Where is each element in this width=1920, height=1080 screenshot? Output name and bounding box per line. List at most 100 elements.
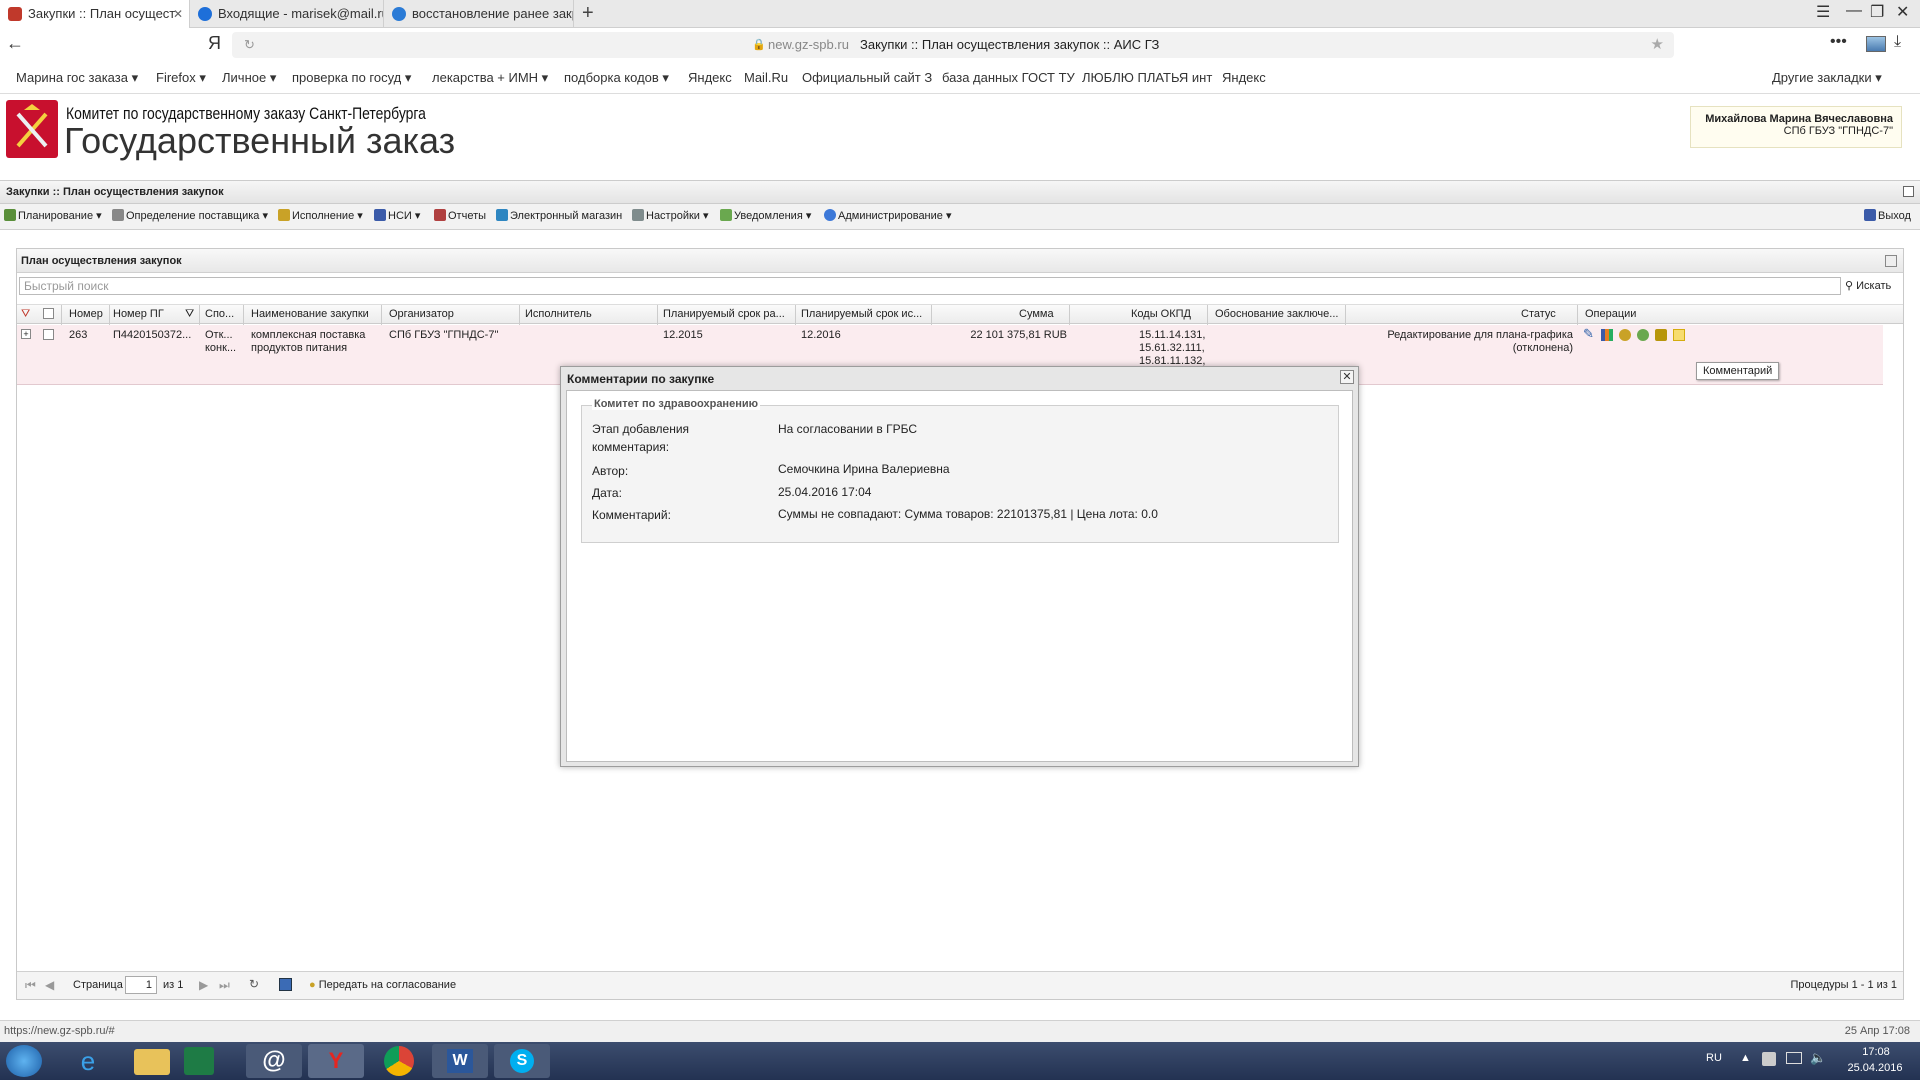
col-plan-end[interactable]: Планируемый срок ис... <box>801 308 931 320</box>
filter-icon[interactable]: ⛛ <box>185 308 194 321</box>
download-icon[interactable]: ⤓ <box>1894 33 1901 51</box>
yandex-logo[interactable]: Я <box>208 33 221 54</box>
minimize-icon[interactable]: — <box>1846 2 1862 20</box>
more-icon[interactable]: ••• <box>1830 33 1847 51</box>
col-number[interactable]: Номер <box>69 308 103 320</box>
menu-supplier[interactable]: Определение поставщика ▾ <box>112 209 268 222</box>
bookmark-item[interactable]: проверка по госуд ▾ <box>292 70 411 86</box>
comment-icon[interactable] <box>1673 329 1685 341</box>
screenshot-icon[interactable] <box>1866 36 1886 52</box>
close-tab-icon[interactable]: ✕ <box>173 0 183 28</box>
panel-tool-icon[interactable] <box>1885 255 1897 267</box>
yandex-browser-icon[interactable]: Y <box>308 1044 364 1078</box>
bookmark-item[interactable]: Mail.Ru <box>744 70 788 85</box>
bookmark-item[interactable]: лекарства + ИМН ▾ <box>432 70 548 86</box>
send-approval-button[interactable]: ● Передать на согласование <box>309 979 456 991</box>
start-button[interactable] <box>6 1045 42 1077</box>
skype-icon[interactable]: S <box>494 1044 550 1078</box>
next-page-icon[interactable]: ▶ <box>199 978 208 992</box>
volume-icon[interactable]: 🔈 <box>1810 1050 1826 1066</box>
clock-time[interactable]: 17:08 <box>1848 1046 1904 1058</box>
refresh-icon[interactable]: ↻ <box>249 977 259 991</box>
col-operations[interactable]: Операции <box>1585 308 1636 320</box>
field-label: Комментарий: <box>592 508 671 522</box>
expand-row-icon[interactable]: + <box>21 329 31 339</box>
menu-settings[interactable]: Настройки ▾ <box>632 209 709 222</box>
quick-search-input[interactable]: Быстрый поиск <box>19 277 1841 295</box>
menu-icon[interactable]: ☰ <box>1816 2 1830 22</box>
address-bar[interactable]: ↻ 🔒 new.gz-spb.ru Закупки :: План осущес… <box>232 32 1674 58</box>
clock-date[interactable]: 25.04.2016 <box>1840 1062 1910 1074</box>
bookmark-item[interactable]: Яндекс <box>1222 70 1266 85</box>
star-icon[interactable]: ★ <box>1651 32 1664 58</box>
status-url: https://new.gz-spb.ru/# <box>4 1025 115 1037</box>
col-name[interactable]: Наименование закупки <box>251 308 369 320</box>
browser-nav-bar: ← Я ↻ 🔒 new.gz-spb.ru Закупки :: План ос… <box>0 28 1920 62</box>
last-page-icon[interactable]: ⏭ <box>219 978 230 993</box>
tray-expand-icon[interactable]: ▲ <box>1740 1052 1751 1064</box>
menu-execution[interactable]: Исполнение ▾ <box>278 209 363 222</box>
page-input[interactable]: 1 <box>125 976 157 994</box>
chart-icon[interactable] <box>1601 329 1613 341</box>
tab-recovery[interactable]: восстановление ранее закры <box>384 0 574 28</box>
col-executor[interactable]: Исполнитель <box>525 308 592 320</box>
filter-clear-icon[interactable]: ⛛ <box>21 308 30 321</box>
emblem-icon[interactable] <box>1655 329 1667 341</box>
tab-zakupki[interactable]: Закупки :: План осущест ✕ <box>0 0 190 28</box>
menu-nsi[interactable]: НСИ ▾ <box>374 209 420 222</box>
menu-reports[interactable]: Отчеты <box>434 209 486 222</box>
first-page-icon[interactable]: ⏮ <box>25 978 36 993</box>
approve-icon[interactable] <box>1619 329 1631 341</box>
save-icon[interactable] <box>279 978 292 991</box>
menu-planning[interactable]: Планирование ▾ <box>4 209 102 222</box>
excel-icon[interactable] <box>184 1047 214 1075</box>
col-organizer[interactable]: Организатор <box>389 308 454 320</box>
close-icon[interactable]: ✕ <box>1340 370 1354 384</box>
search-button[interactable]: ⚲ Искать <box>1845 279 1891 292</box>
exit-button[interactable]: Выход <box>1864 209 1911 222</box>
records-summary: Процедуры 1 - 1 из 1 <box>1790 979 1898 991</box>
col-basis[interactable]: Обоснование заключе... <box>1215 308 1343 320</box>
bookmark-item[interactable]: Официальный сайт З <box>802 70 932 85</box>
collapse-icon[interactable] <box>1903 186 1914 197</box>
other-bookmarks[interactable]: Другие закладки ▾ <box>1772 70 1882 86</box>
close-window-icon[interactable]: ✕ <box>1896 2 1909 22</box>
menu-eshop[interactable]: Электронный магазин <box>496 209 622 222</box>
chrome-icon[interactable] <box>384 1046 414 1076</box>
tab-mail-inbox[interactable]: Входящие - marisek@mail.ru <box>190 0 384 28</box>
bookmark-item[interactable]: база данных ГОСТ ТУ <box>942 70 1075 85</box>
col-okpd[interactable]: Коды ОКПД <box>1131 308 1191 320</box>
bookmark-item[interactable]: подборка кодов ▾ <box>564 70 669 86</box>
col-status[interactable]: Статус <box>1521 308 1556 320</box>
row-checkbox[interactable] <box>43 329 54 340</box>
bookmark-item[interactable]: ЛЮБЛЮ ПЛАТЬЯ инт <box>1082 70 1212 85</box>
edit-icon[interactable]: ✎ <box>1583 327 1594 340</box>
mail-favicon-icon <box>198 7 212 21</box>
col-method[interactable]: Спо... <box>205 308 234 320</box>
col-pg-number[interactable]: Номер ПГ <box>113 308 164 320</box>
menu-administration[interactable]: Администрирование ▾ <box>824 209 951 222</box>
bookmark-item[interactable]: Яндекс <box>688 70 732 85</box>
word-icon[interactable]: W <box>432 1044 488 1078</box>
network-icon[interactable] <box>1786 1052 1802 1064</box>
bookmark-item[interactable]: Личное ▾ <box>222 70 276 86</box>
bookmark-item[interactable]: Марина гос заказа ▾ <box>16 70 138 86</box>
restore-icon[interactable]: ❐ <box>1870 2 1884 22</box>
ie-icon[interactable]: e <box>60 1044 116 1078</box>
field-value-author: Семочкина Ирина Валериевна <box>778 462 950 476</box>
refresh-icon[interactable]: ↻ <box>244 32 255 58</box>
settings-icon[interactable] <box>1637 329 1649 341</box>
menu-notifications[interactable]: Уведомления ▾ <box>720 209 811 222</box>
select-all-checkbox[interactable] <box>43 308 54 319</box>
bookmark-item[interactable]: Firefox ▾ <box>156 70 206 86</box>
back-arrow-icon[interactable]: ← <box>6 33 24 54</box>
prev-page-icon[interactable]: ◀ <box>45 978 54 992</box>
action-center-icon[interactable] <box>1762 1052 1776 1066</box>
language-indicator[interactable]: RU <box>1706 1052 1722 1064</box>
folder-icon[interactable] <box>134 1049 170 1075</box>
col-sum[interactable]: Сумма <box>1019 308 1054 320</box>
cell-pg-number[interactable]: П4420150372... <box>113 329 197 342</box>
mail-agent-icon[interactable]: @ <box>246 1044 302 1078</box>
new-tab-button[interactable]: + <box>582 0 594 28</box>
col-plan-start[interactable]: Планируемый срок ра... <box>663 308 793 320</box>
